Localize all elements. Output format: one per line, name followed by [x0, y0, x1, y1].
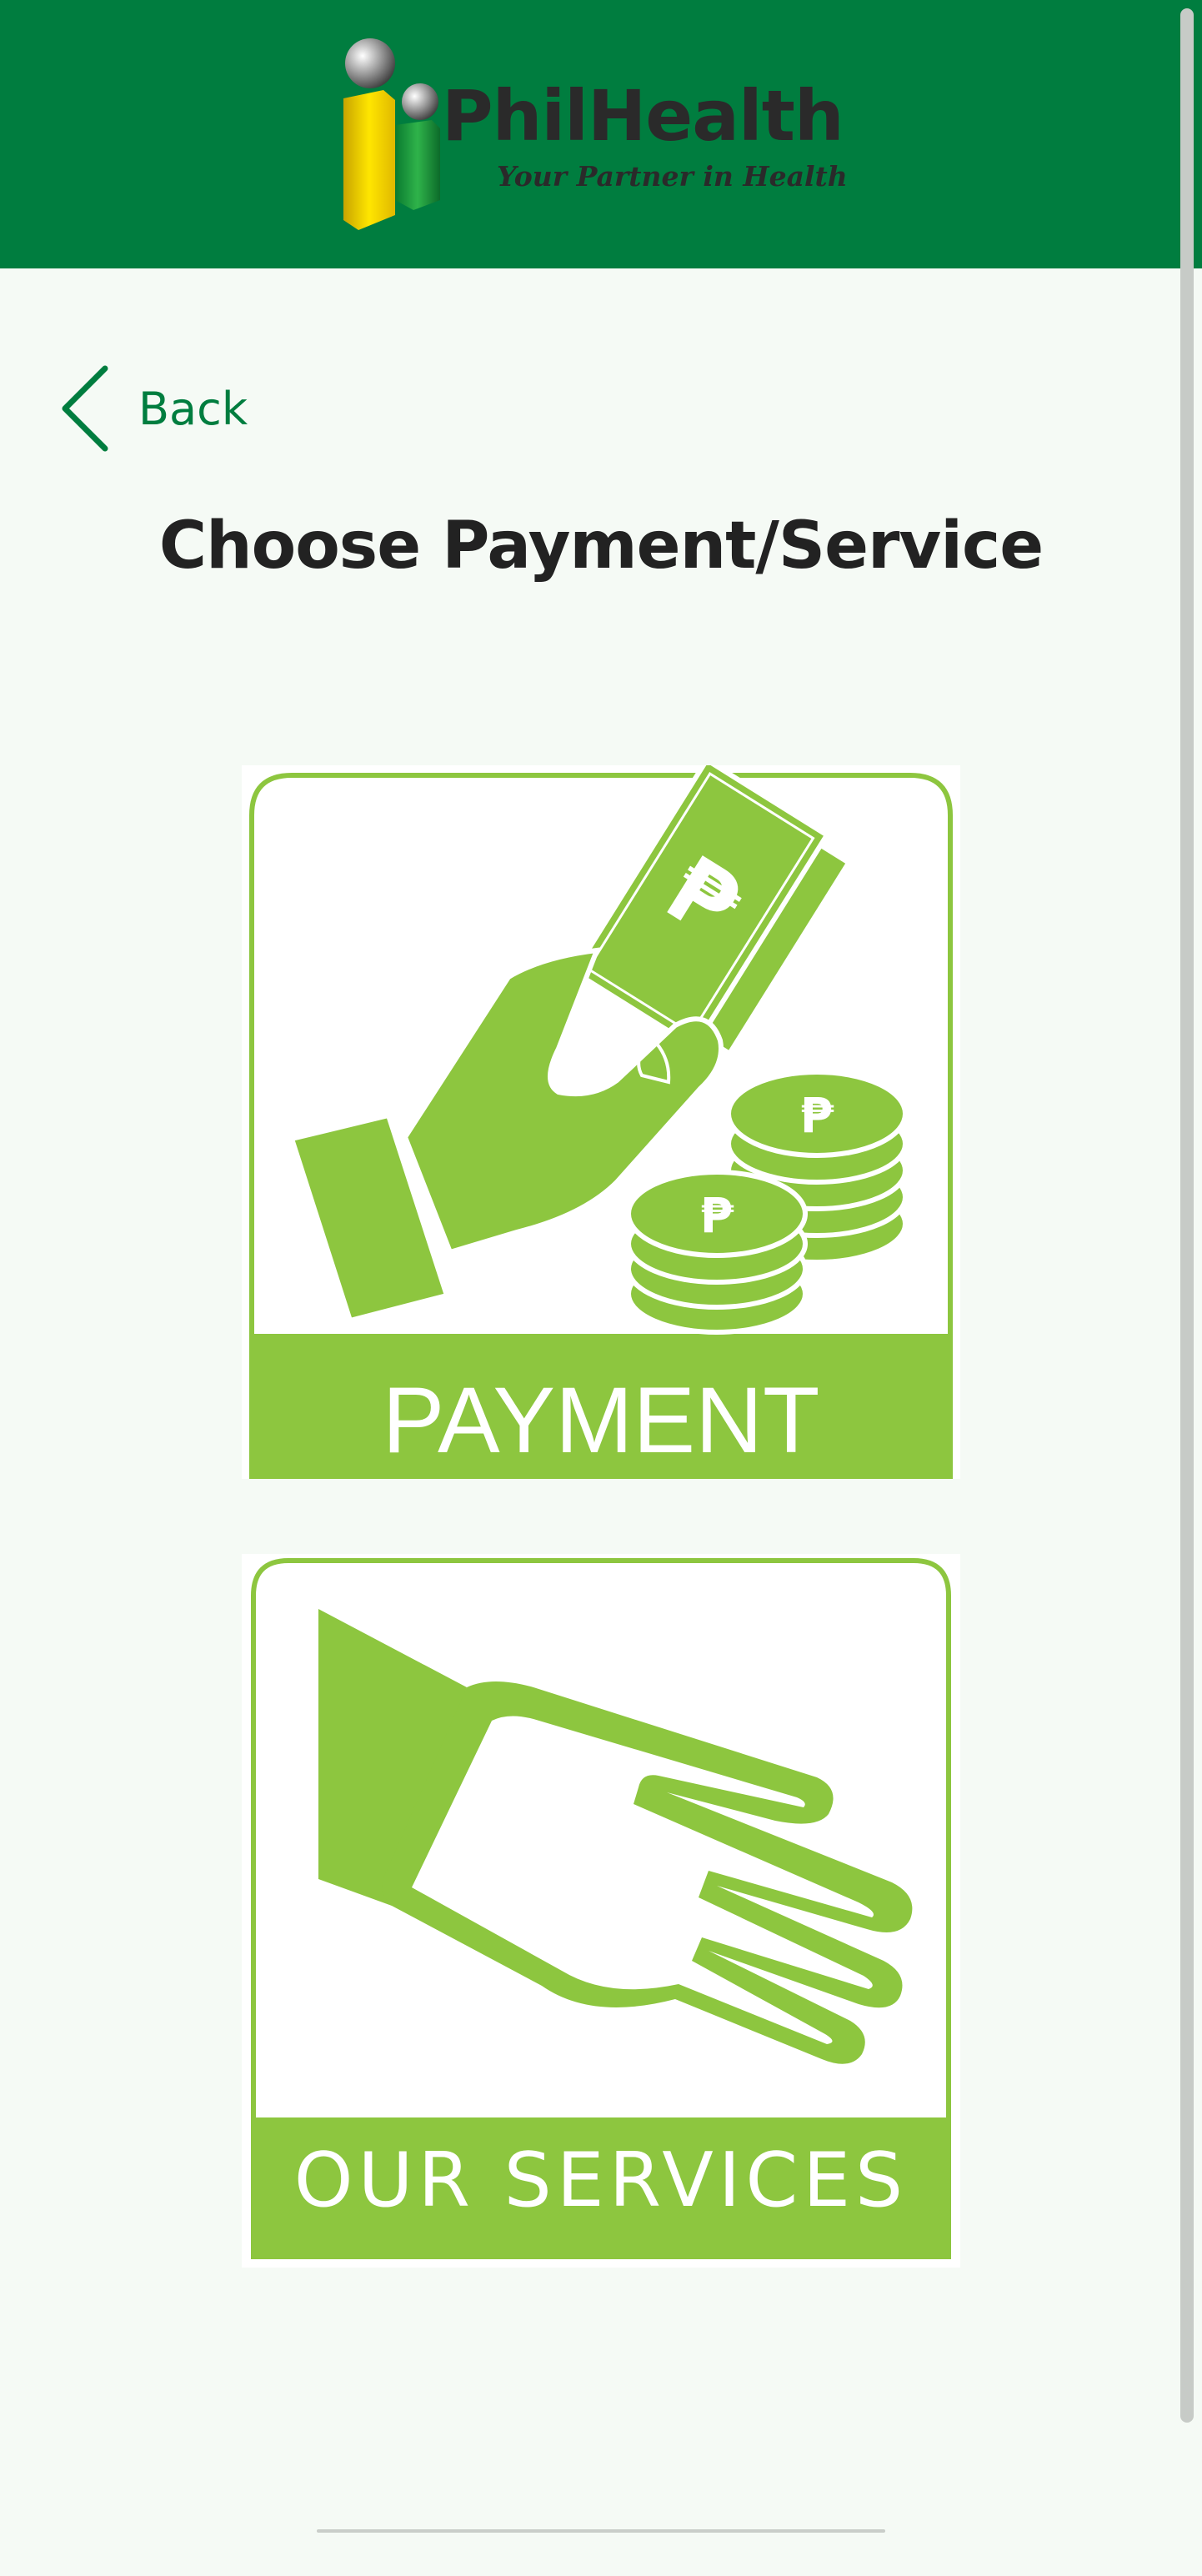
payment-label: PAYMENT [382, 1368, 820, 1472]
back-button[interactable]: Back [60, 365, 248, 452]
chevron-left-icon [62, 365, 108, 452]
svg-text:₱: ₱ [800, 1087, 834, 1144]
our-services-label: OUR SERVICES [293, 2137, 909, 2224]
svg-text:₱: ₱ [700, 1187, 734, 1244]
philhealth-logo: PhilHealth Your Partner in Health [333, 33, 875, 242]
brand-name: PhilHealth [442, 75, 844, 157]
brand-tagline: Your Partner in Health [497, 160, 848, 193]
app-header: PhilHealth Your Partner in Health [0, 0, 1202, 268]
scrollbar-thumb[interactable] [1180, 8, 1194, 2423]
our-services-option-card[interactable]: OUR SERVICES [242, 1554, 960, 2268]
payment-option-card[interactable]: ₱ ₱ ₱ PAYMENT [242, 765, 960, 1479]
back-label: Back [138, 382, 248, 435]
home-indicator [317, 2529, 885, 2533]
app-screen: PhilHealth Your Partner in Health Back C… [0, 0, 1202, 2576]
page-title: Choose Payment/Service [158, 509, 1044, 584]
